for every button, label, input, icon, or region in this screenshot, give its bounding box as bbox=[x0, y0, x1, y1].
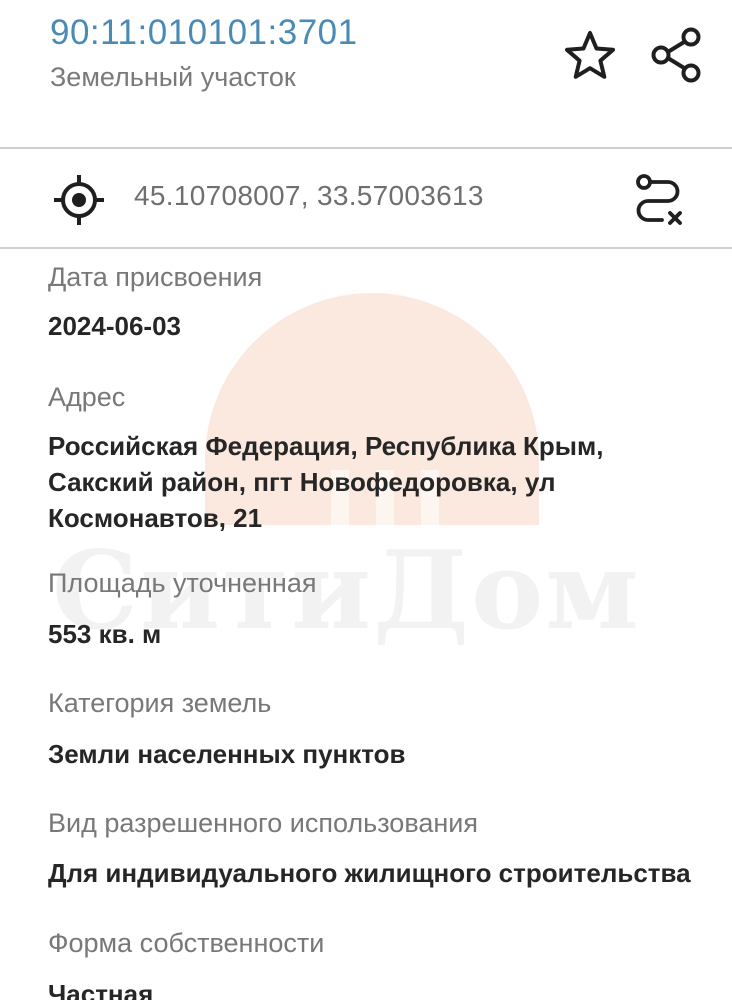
field-label-permitted-use: Вид разрешенного использования bbox=[48, 808, 478, 838]
field-label-address: Адрес bbox=[48, 382, 126, 412]
route-icon bbox=[636, 174, 682, 225]
field-value-ownership-form: Частная bbox=[48, 979, 154, 1000]
field-value-address-line-3: Космонавтов, 21 bbox=[48, 503, 263, 533]
field-label-assignment-date: Дата присвоения bbox=[48, 262, 263, 292]
field-value-land-category: Земли населенных пунктов bbox=[48, 739, 406, 769]
field-label-ownership-form: Форма собственности bbox=[48, 928, 325, 958]
coordinates-divider bbox=[0, 247, 732, 249]
share-icon bbox=[651, 27, 701, 83]
field-value-address-line-2: Сакский район, пгт Новофедоровка, ул bbox=[48, 467, 556, 497]
share-button[interactable] bbox=[646, 25, 708, 85]
field-value-assignment-date: 2024-06-03 bbox=[48, 311, 181, 341]
field-label-land-category: Категория земель bbox=[48, 688, 272, 718]
object-details: Дата присвоения 2024-06-03 Адрес Российс… bbox=[0, 250, 732, 1000]
locate-button[interactable] bbox=[52, 173, 106, 227]
star-icon bbox=[565, 31, 615, 79]
header-divider bbox=[0, 147, 732, 149]
locate-icon bbox=[54, 175, 104, 225]
coordinates-text[interactable]: 45.10708007, 33.57003613 bbox=[134, 180, 484, 212]
route-button[interactable] bbox=[632, 172, 688, 230]
field-value-area: 553 кв. м bbox=[48, 619, 162, 649]
field-value-permitted-use: Для индивидуального жилищного строительс… bbox=[48, 858, 691, 888]
object-type: Земельный участок bbox=[50, 62, 296, 92]
cadastral-number[interactable]: 90:11:010101:3701 bbox=[50, 13, 358, 53]
field-value-address-line-1: Российская Федерация, Республика Крым, bbox=[48, 431, 604, 461]
coordinates-row: 45.10708007, 33.57003613 bbox=[0, 150, 732, 247]
object-header: 90:11:010101:3701 Земельный участок bbox=[0, 0, 732, 148]
field-label-area: Площадь уточненная bbox=[48, 568, 317, 598]
favorite-button[interactable] bbox=[560, 28, 620, 84]
page: СитиДом 90:11:010101:3701 Земельный учас… bbox=[0, 0, 732, 1000]
